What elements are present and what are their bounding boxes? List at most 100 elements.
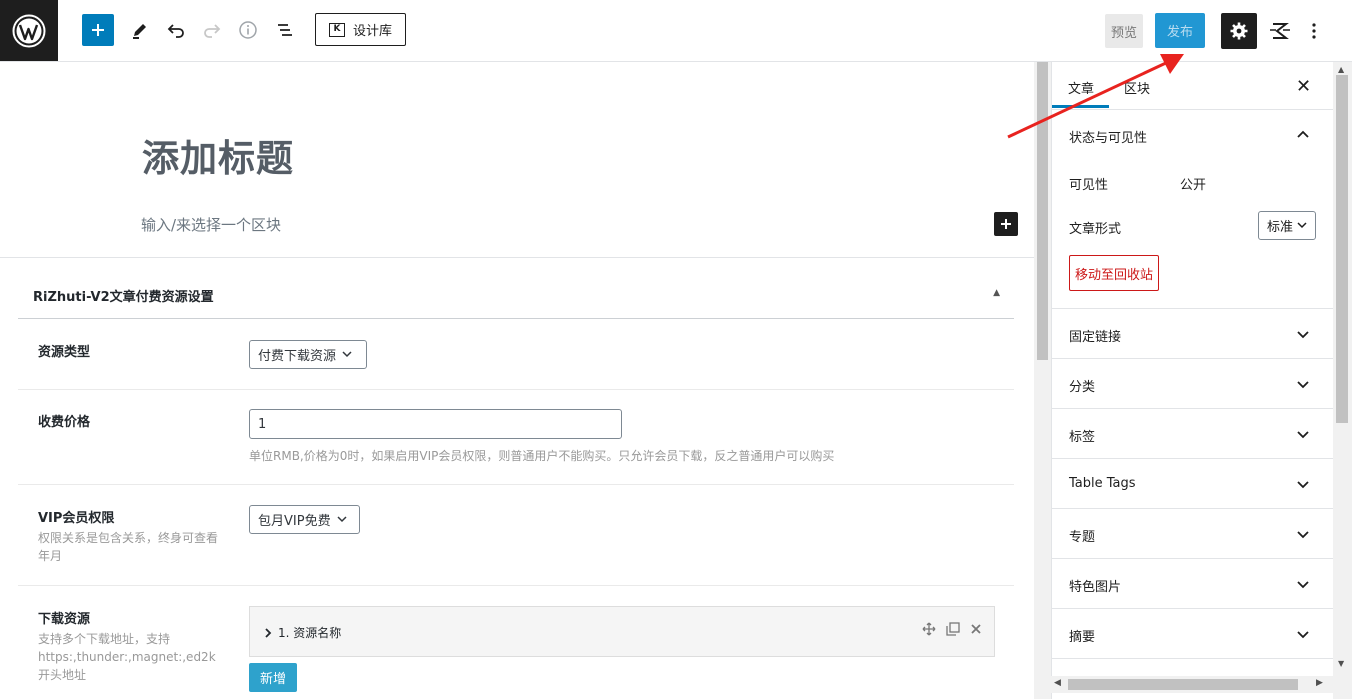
post-title-input[interactable]: 添加标题: [142, 128, 294, 182]
resource-type-select[interactable]: 付费下载资源: [249, 340, 367, 369]
sidebar-horizontal-scrollbar[interactable]: ◀ ▶: [1051, 676, 1333, 693]
resource-type-row: 资源类型 付费下载资源: [18, 319, 1014, 390]
list-view-button[interactable]: [269, 14, 301, 46]
panel-title: 专题: [1069, 530, 1096, 545]
preview-button[interactable]: 预览: [1105, 14, 1143, 48]
close-icon[interactable]: ✕: [1296, 76, 1311, 97]
chevron-down-icon: [1297, 531, 1309, 539]
settings-button[interactable]: [1221, 13, 1257, 49]
scroll-down-arrow-icon[interactable]: ▼: [1338, 659, 1344, 668]
vip-value: 包月VIP免费: [258, 514, 331, 529]
panel-tags[interactable]: 标签: [1052, 409, 1334, 459]
plugin-icon: [1270, 23, 1290, 39]
panel-featured-image[interactable]: 特色图片: [1052, 559, 1334, 609]
chevron-down-icon: [1297, 431, 1309, 439]
design-library-button[interactable]: K 设计库: [315, 13, 406, 46]
scroll-right-arrow-icon[interactable]: ▶: [1316, 678, 1323, 688]
plus-icon: [92, 24, 104, 36]
chevron-down-icon: [1297, 381, 1309, 389]
metabox-title: RiZhuti-V2文章付费资源设置: [33, 290, 214, 305]
panel-excerpt[interactable]: 摘要: [1052, 609, 1334, 659]
paid-resource-metabox: RiZhuti-V2文章付费资源设置 ▲ 资源类型 付费下载资源 收费价格 1 …: [0, 257, 1034, 699]
sidebar-tabs: 文章 区块 ✕: [1052, 62, 1334, 110]
price-row: 收费价格 1 单位RMB,价格为0时，如果启用VIP会员权限，则普通用户不能购买…: [18, 390, 1014, 485]
panel-categories[interactable]: 分类: [1052, 359, 1334, 409]
editor-toolbar: K 设计库 预览 发布: [0, 0, 1352, 62]
panel-table-tags[interactable]: Table Tags: [1052, 459, 1334, 509]
vip-select[interactable]: 包月VIP免费: [249, 505, 360, 534]
gear-icon: [1230, 22, 1248, 40]
move-icon[interactable]: [922, 622, 936, 636]
download-item-name: 1. 资源名称: [278, 626, 342, 640]
downloads-label: 下载资源: [38, 612, 91, 627]
plus-icon: [1001, 219, 1011, 229]
pencil-icon: [133, 24, 146, 39]
download-item-title[interactable]: 1. 资源名称: [264, 624, 341, 641]
panel-title: 摘要: [1069, 630, 1096, 645]
sidebar-scrollbar[interactable]: ▲ ▼: [1333, 62, 1352, 699]
horizontal-scrollbar-thumb[interactable]: [1068, 679, 1298, 690]
info-icon: [239, 21, 257, 39]
tab-document[interactable]: 文章: [1068, 78, 1094, 97]
chevron-down-icon: [1297, 581, 1309, 589]
vip-label: VIP会员权限: [38, 511, 115, 526]
panel-topics[interactable]: 专题: [1052, 509, 1334, 559]
inline-add-block-button[interactable]: [994, 212, 1018, 236]
block-placeholder[interactable]: 输入/来选择一个区块: [141, 214, 281, 235]
add-block-button[interactable]: [82, 14, 114, 46]
tab-block[interactable]: 区块: [1124, 78, 1150, 97]
editor-scrollbar[interactable]: [1034, 62, 1051, 699]
resource-type-value: 付费下载资源: [258, 349, 337, 364]
settings-sidebar: 文章 区块 ✕ 状态与可见性 可见性 公开 文章形式 标准 移动至回收站 固定链…: [1051, 62, 1334, 699]
sidebar-scrollbar-thumb[interactable]: [1336, 75, 1348, 423]
chevron-right-icon: [265, 627, 272, 638]
panel-status-title: 状态与可见性: [1069, 131, 1148, 146]
editor-scrollbar-thumb[interactable]: [1037, 62, 1048, 360]
design-library-label: 设计库: [352, 24, 392, 39]
info-button[interactable]: [232, 14, 264, 46]
remove-icon[interactable]: [970, 623, 982, 635]
post-format-label: 文章形式: [1069, 222, 1122, 237]
active-tab-indicator: [1052, 105, 1109, 108]
vip-row: VIP会员权限 权限关系是包含关系，终身可查看年月 包月VIP免费: [18, 485, 1014, 586]
chevron-up-icon: [1297, 130, 1309, 138]
scroll-up-arrow-icon[interactable]: ▲: [1338, 65, 1344, 74]
undo-icon: [167, 24, 184, 38]
download-item[interactable]: 1. 资源名称: [249, 606, 995, 657]
chevron-down-icon: [342, 351, 352, 358]
more-vertical-icon: [1312, 23, 1316, 39]
collapse-arrow-icon[interactable]: ▲: [993, 288, 1000, 298]
panel-status-visibility[interactable]: 状态与可见性: [1052, 110, 1334, 159]
download-item-actions: [922, 622, 982, 636]
price-help-text: 单位RMB,价格为0时，如果启用VIP会员权限，则普通用户不能购买。只允许会员下…: [249, 449, 835, 463]
undo-button[interactable]: [160, 14, 192, 46]
list-view-icon: [278, 24, 292, 36]
price-input[interactable]: 1: [249, 409, 622, 439]
duplicate-icon[interactable]: [946, 622, 960, 636]
add-download-button[interactable]: 新增: [249, 663, 297, 692]
panel-title: 特色图片: [1069, 580, 1122, 595]
post-format-select[interactable]: 标准: [1258, 211, 1316, 240]
visibility-value[interactable]: 公开: [1180, 174, 1206, 193]
panel-title: 标签: [1069, 430, 1096, 445]
move-to-trash-button[interactable]: 移动至回收站: [1069, 255, 1159, 291]
redo-icon: [204, 24, 221, 38]
publish-button[interactable]: 发布: [1155, 13, 1205, 48]
downloads-desc: 支持多个下载地址，支持https:,thunder:,magnet:,ed2k …: [38, 632, 216, 682]
redo-button[interactable]: [196, 14, 228, 46]
visibility-label: 可见性: [1069, 178, 1109, 193]
downloads-row: 下载资源 支持多个下载地址，支持https:,thunder:,magnet:,…: [18, 586, 1014, 699]
more-options-button[interactable]: [1302, 17, 1326, 45]
scroll-left-arrow-icon[interactable]: ◀: [1054, 678, 1061, 688]
chevron-down-icon: [1297, 331, 1309, 339]
wordpress-logo-icon[interactable]: [0, 0, 58, 61]
edit-tools-button[interactable]: [124, 14, 156, 46]
chevron-down-icon: [1297, 631, 1309, 639]
chevron-down-icon: [337, 516, 347, 523]
panel-permalink[interactable]: 固定链接: [1052, 308, 1334, 359]
vip-desc: 权限关系是包含关系，终身可查看年月: [38, 531, 219, 563]
plugin-menu-button[interactable]: [1266, 17, 1294, 45]
metabox-header[interactable]: RiZhuti-V2文章付费资源设置 ▲: [18, 258, 1014, 319]
chevron-down-icon: [1297, 222, 1307, 229]
panel-title: Table Tags: [1069, 476, 1136, 491]
